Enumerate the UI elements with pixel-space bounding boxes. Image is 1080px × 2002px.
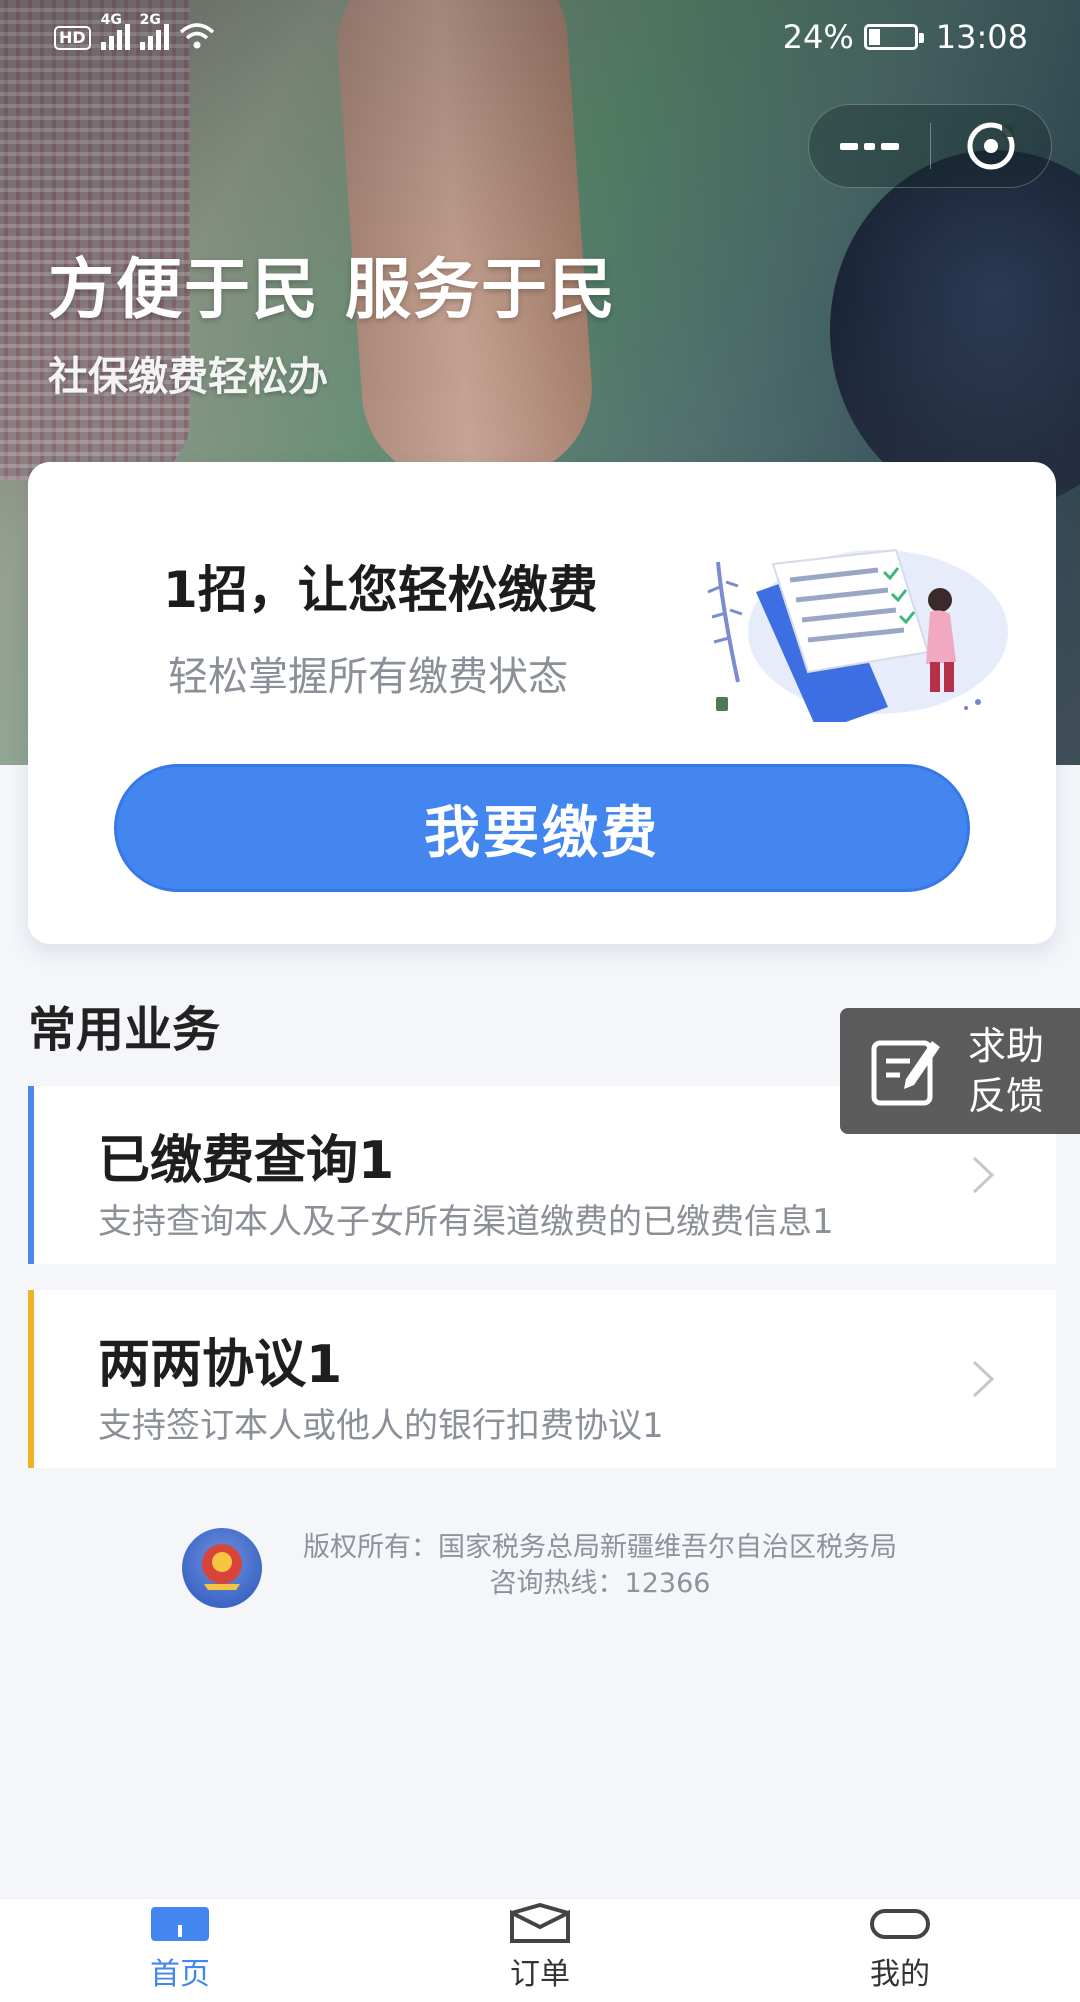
nav-label: 我的 — [870, 1957, 930, 1992]
section-title: 常用业务 — [28, 1002, 221, 1058]
order-icon — [510, 1903, 570, 1943]
service-title: 已缴费查询1 — [98, 1131, 395, 1191]
hotline-text: 咨询热线：12366 — [489, 1568, 711, 1599]
miniprogram-capsule — [808, 104, 1052, 188]
close-button[interactable] — [931, 105, 1052, 187]
home-icon — [151, 1907, 209, 1941]
profile-icon — [870, 1909, 930, 1939]
wifi-icon — [179, 23, 214, 49]
service-desc: 支持签订本人或他人的银行扣费协议1 — [98, 1406, 664, 1446]
tax-bureau-emblem-icon — [182, 1528, 262, 1608]
payment-card: 1招，让您轻松缴费 轻松掌握所有缴费状态 我要缴费 — [28, 462, 1056, 944]
chevron-right-icon — [972, 1360, 995, 1398]
nav-label: 订单 — [510, 1957, 570, 1992]
help-feedback-button[interactable]: 求助 反馈 — [840, 1008, 1080, 1134]
nav-label: 首页 — [150, 1957, 210, 1992]
bottom-nav: 首页 订单 我的 — [0, 1898, 1080, 2002]
nav-orders[interactable]: 订单 — [360, 1899, 720, 2002]
feedback-label-line2: 反馈 — [968, 1074, 1045, 1118]
more-button[interactable] — [809, 105, 930, 187]
service-desc: 支持查询本人及子女所有渠道缴费的已缴费信息1 — [98, 1202, 834, 1242]
nav-profile[interactable]: 我的 — [720, 1899, 1080, 2002]
signal-4g-icon: 4G — [100, 12, 130, 50]
edit-note-icon — [871, 1040, 940, 1106]
service-title: 两两协议1 — [98, 1335, 343, 1395]
nav-home[interactable]: 首页 — [0, 1899, 360, 2002]
network-type-2: 2G — [139, 12, 161, 28]
hero-title: 方便于民 服务于民 — [48, 251, 617, 328]
feedback-label-line1: 求助 — [968, 1024, 1045, 1068]
battery-icon — [863, 24, 924, 50]
pay-button[interactable]: 我要缴费 — [114, 764, 970, 892]
hd-badge: HD — [54, 26, 91, 50]
copyright-info: 版权所有：国家税务总局新疆维吾尔自治区税务局 咨询热线：12366 — [290, 1530, 910, 1602]
more-dots-icon — [839, 142, 899, 150]
service-item-agreement[interactable]: 两两协议1 支持签订本人或他人的银行扣费协议1 — [28, 1290, 1056, 1468]
card-subtitle: 轻松掌握所有缴费状态 — [168, 654, 568, 700]
copyright-text: 版权所有：国家税务总局新疆维吾尔自治区税务局 — [303, 1532, 897, 1563]
hero-subtitle: 社保缴费轻松办 — [48, 354, 328, 400]
chevron-right-icon — [972, 1156, 995, 1194]
clock: 13:08 — [935, 18, 1028, 56]
network-type-1: 4G — [100, 12, 122, 28]
card-title: 1招，让您轻松缴费 — [163, 561, 598, 619]
close-circle-icon — [967, 122, 1015, 170]
status-bar: HD 4G 2G 24% 13:08 — [0, 0, 1080, 76]
signal-2g-icon: 2G — [139, 12, 169, 50]
battery-percent: 24% — [782, 18, 854, 56]
payment-illustration — [707, 548, 1008, 722]
